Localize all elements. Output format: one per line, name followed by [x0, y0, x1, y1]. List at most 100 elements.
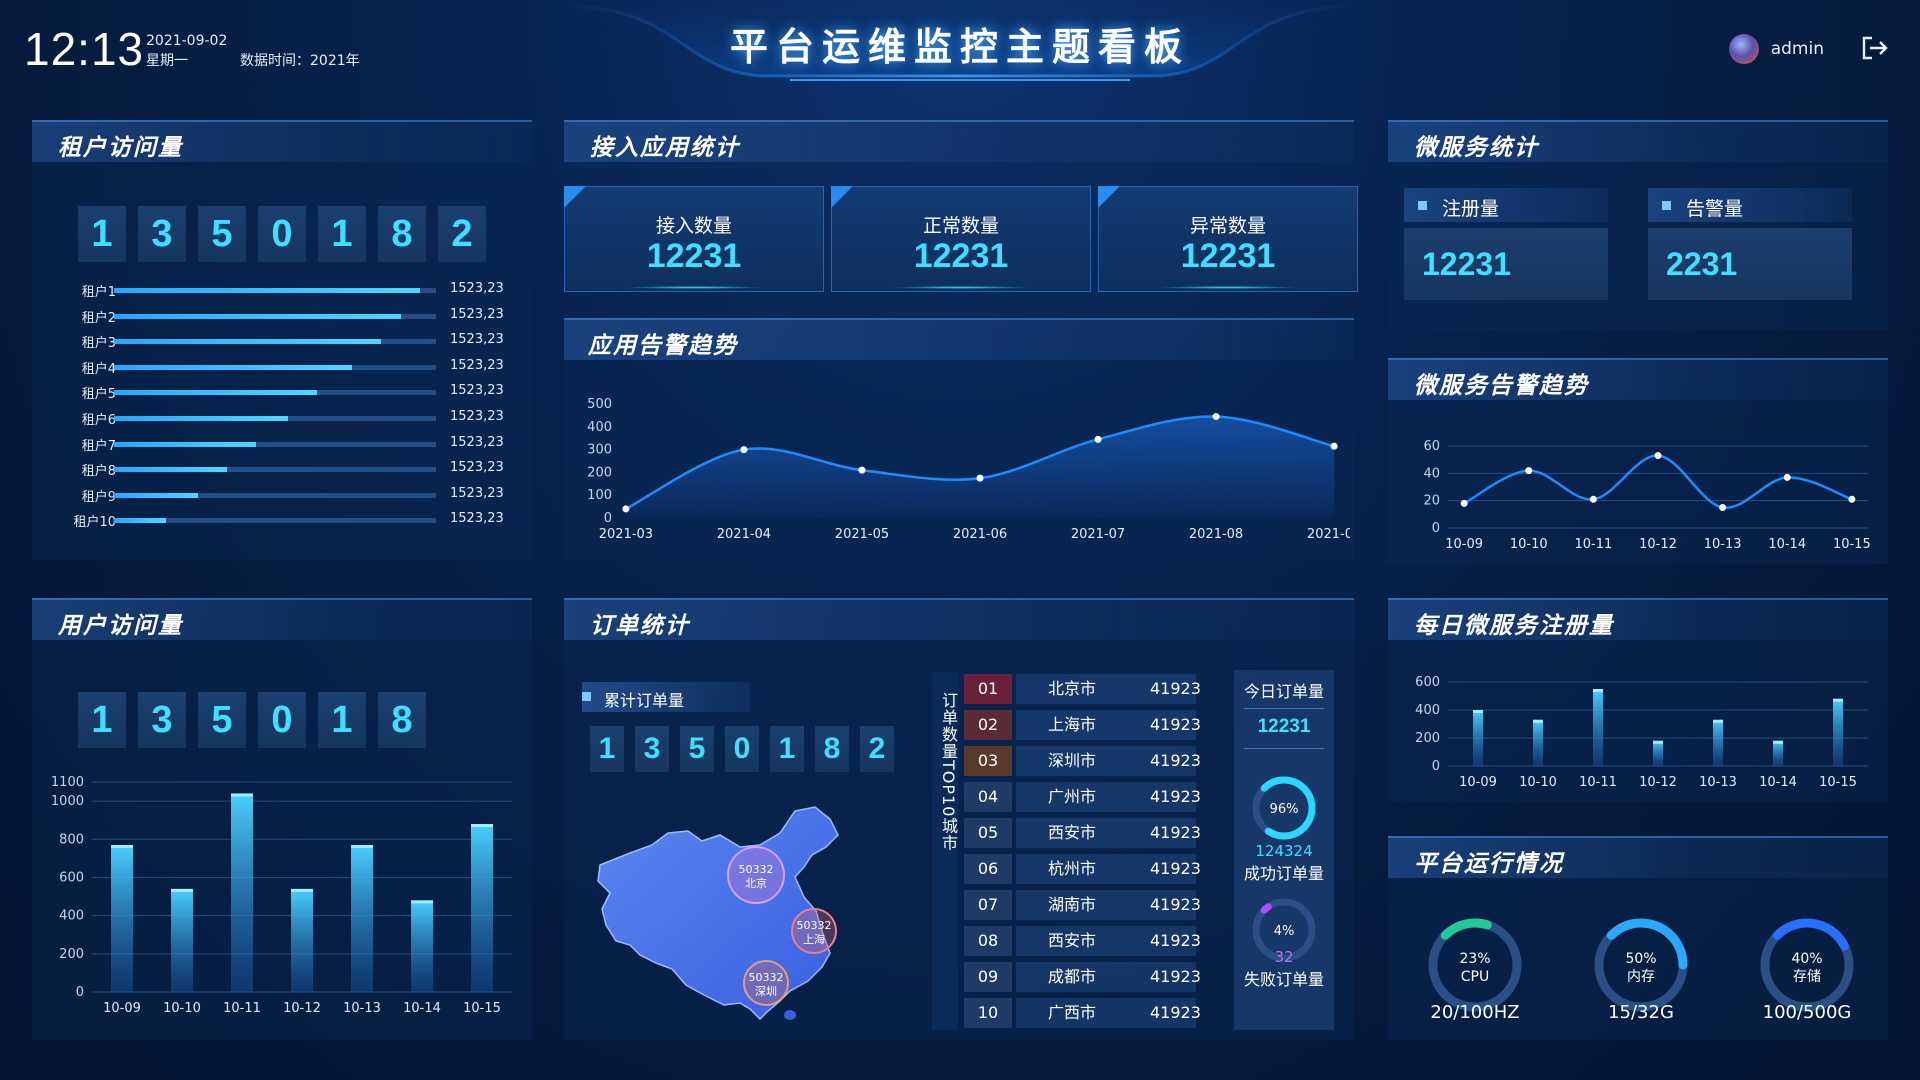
bar-cap [411, 900, 433, 904]
app-stats-title: 接入应用统计 [590, 135, 740, 161]
tenant-label: 租户3 [81, 336, 116, 352]
marker-shenzhen-value: 50332 [749, 971, 784, 984]
map-marker-shenzhen[interactable]: 50332 深圳 [743, 960, 789, 1006]
y-tick-label: 40 [1423, 466, 1440, 481]
top10-row[interactable]: 10 广西市 41923 [964, 998, 1201, 1028]
data-point[interactable] [622, 505, 630, 513]
top10-row[interactable]: 08 西安市 41923 [964, 926, 1201, 956]
tenant-bar-fill [114, 416, 288, 421]
bar[interactable] [1833, 698, 1843, 766]
data-point[interactable] [1212, 413, 1220, 421]
top10-row[interactable]: 01 北京市 41923 [964, 674, 1201, 704]
data-point[interactable] [1654, 452, 1662, 460]
x-tick-label: 2021-09 [1307, 527, 1350, 542]
city-value: 41923 [1150, 715, 1201, 734]
logout-icon[interactable] [1856, 30, 1892, 66]
bar[interactable] [171, 888, 193, 992]
top10-row[interactable]: 09 成都市 41923 [964, 962, 1201, 992]
x-tick-label: 10-13 [1704, 537, 1742, 552]
bar[interactable] [1653, 740, 1663, 766]
x-tick-label: 2021-07 [1071, 527, 1125, 542]
tenant-label: 租户1 [81, 285, 116, 300]
series-line [1463, 454, 1853, 509]
data-point[interactable] [1330, 442, 1338, 450]
data-point[interactable] [1460, 499, 1468, 507]
today-orders-value: 12231 [1257, 716, 1311, 737]
marker-shenzhen-city: 深圳 [755, 985, 777, 998]
map-marker-shanghai[interactable]: 50332 上海 [791, 908, 837, 954]
top10-row[interactable]: 06 杭州市 41923 [964, 854, 1201, 884]
y-tick-label: 200 [59, 947, 84, 962]
weekday-text: 星期一 [146, 53, 188, 69]
bar[interactable] [351, 845, 373, 992]
marker-beijing-city: 北京 [745, 876, 767, 890]
bar[interactable] [291, 888, 313, 992]
today-divider-2 [1244, 748, 1324, 749]
top10-row[interactable]: 04 广州市 41923 [964, 782, 1201, 812]
tenant-label: 租户8 [81, 464, 116, 480]
app-stats-header: 接入应用统计 [564, 120, 1354, 162]
digit-box: 2 [438, 206, 486, 262]
data-point[interactable] [976, 474, 984, 482]
data-point[interactable] [1589, 495, 1597, 503]
micro-alarm-title: 微服务告警趋势 [1414, 373, 1589, 399]
city-name: 杭州市 [1048, 859, 1097, 878]
micro-alarm-chart: 0 20 40 60 10-09 10-10 10-11 10-12 10-13 10-14 10-… [1423, 439, 1871, 552]
top10-row[interactable]: 07 湖南市 41923 [964, 890, 1201, 920]
bar[interactable] [231, 793, 253, 992]
digit-box: 5 [680, 726, 714, 772]
digit-box: 2 [860, 726, 894, 772]
gauge-detail: 20/100HZ [1430, 1002, 1520, 1023]
username[interactable]: admin [1771, 39, 1824, 59]
top10-row[interactable]: 02 上海市 41923 [964, 710, 1201, 740]
data-point[interactable] [1525, 467, 1533, 475]
cumulative-marker-icon [582, 692, 591, 701]
data-point[interactable] [1783, 473, 1791, 481]
x-tick-label: 10-15 [1833, 537, 1871, 552]
x-tick-label: 10-11 [223, 1001, 261, 1016]
city-value: 41923 [1150, 787, 1201, 806]
micro-stat-label: 告警量 [1686, 198, 1744, 220]
micro-stat-card: 注册量 12231 [1404, 188, 1608, 300]
data-point[interactable] [1719, 504, 1727, 511]
bar[interactable] [1533, 719, 1543, 766]
micro-stat-value: 12231 [1422, 246, 1511, 282]
data-point[interactable] [858, 466, 866, 474]
success-orders-label: 成功订单量 [1243, 864, 1324, 883]
micro-stats-title: 微服务统计 [1414, 135, 1539, 161]
city-name: 广州市 [1048, 787, 1097, 806]
bar[interactable] [1473, 710, 1483, 766]
city-rank: 09 [964, 962, 1012, 992]
y-tick-label: 0 [1432, 759, 1440, 774]
app-stat-value: 12231 [913, 237, 1009, 275]
top10-row[interactable]: 05 西安市 41923 [964, 818, 1201, 848]
user-menu[interactable]: admin [1728, 34, 1824, 64]
bar[interactable] [411, 900, 433, 992]
bar[interactable] [111, 845, 133, 992]
tenant-visits-header: 租户访问量 [32, 120, 532, 162]
x-tick-label: 10-14 [1759, 775, 1797, 790]
bar[interactable] [1773, 740, 1783, 766]
top10-row[interactable]: 03 深圳市 41923 [964, 746, 1201, 776]
app-stat-card: 异常数量 12231 [1098, 186, 1358, 292]
bar-cap [171, 888, 193, 892]
bar-cap [1773, 740, 1783, 744]
city-name: 广西市 [1048, 1003, 1097, 1022]
bar[interactable] [1593, 689, 1603, 766]
tenant-bar-track [114, 313, 436, 319]
x-tick-label: 10-10 [1519, 775, 1557, 790]
map-marker-beijing[interactable]: 50332 北京 [727, 846, 785, 904]
data-point[interactable] [1848, 495, 1856, 503]
fail-orders-value: 32 [1274, 948, 1294, 966]
data-time-text: 数据时间：2021年 [240, 53, 360, 69]
bar[interactable] [1713, 719, 1723, 766]
digit-box: 8 [378, 692, 426, 748]
data-point[interactable] [740, 446, 748, 454]
avatar[interactable] [1728, 34, 1759, 64]
success-orders-value: 124324 [1255, 842, 1313, 860]
data-point[interactable] [1094, 435, 1102, 443]
tenant-bar-track [114, 390, 436, 396]
top10-side-title-bar: 订单数量TOP10城市 [932, 672, 958, 1030]
digit-box: 1 [318, 692, 366, 748]
bar[interactable] [471, 824, 493, 992]
